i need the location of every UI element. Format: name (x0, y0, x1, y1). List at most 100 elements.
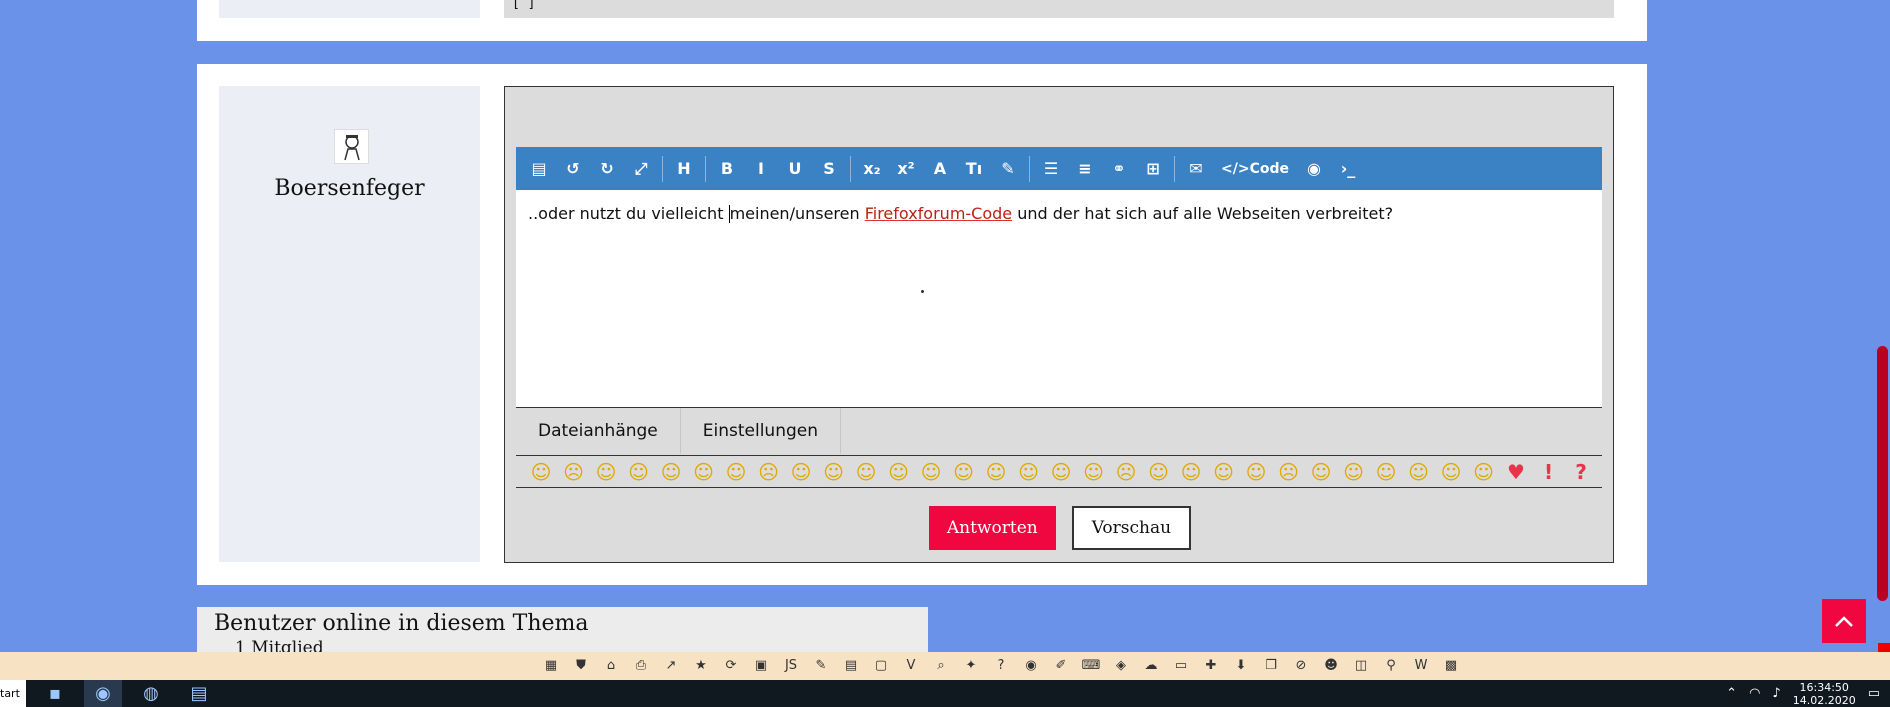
smiley-icon[interactable]: ☺ (1243, 459, 1269, 485)
tab-settings[interactable]: Einstellungen (681, 408, 842, 454)
smiley-icon[interactable]: ☹ (1276, 459, 1302, 485)
addon-reload-icon[interactable]: ⟳ (721, 657, 741, 675)
smiley-icon[interactable]: ! (1536, 459, 1562, 485)
heading-icon[interactable]: H (667, 147, 701, 190)
font-size-icon[interactable]: A (923, 147, 957, 190)
addon-ublock-icon[interactable]: ⛊ (571, 657, 591, 675)
smiley-icon[interactable]: ☺ (593, 459, 619, 485)
smiley-icon[interactable]: ☺ (1048, 459, 1074, 485)
spoiler-icon[interactable]: ◉ (1297, 147, 1331, 190)
quote-icon[interactable]: ✉ (1179, 147, 1213, 190)
addon-download-icon[interactable]: ⬇ (1231, 657, 1251, 675)
wifi-icon[interactable]: ◠ (1749, 686, 1760, 701)
smiley-icon[interactable]: ☹ (756, 459, 782, 485)
preview-button[interactable]: Vorschau (1071, 506, 1192, 550)
code-button[interactable]: </>Code (1213, 147, 1297, 190)
start-button[interactable]: tart (0, 680, 26, 707)
addon-film-icon[interactable]: ▤ (841, 657, 861, 675)
taskbar-notepad-icon[interactable]: ▤ (180, 680, 218, 707)
addon-cloud-icon[interactable]: ☁ (1141, 657, 1161, 675)
smiley-icon[interactable]: ? (1568, 459, 1594, 485)
addon-word-icon[interactable]: W (1411, 657, 1431, 675)
smiley-icon[interactable]: ☺ (1211, 459, 1237, 485)
link-icon[interactable]: ⚭ (1102, 147, 1136, 190)
addon-block-icon[interactable]: ⊘ (1291, 657, 1311, 675)
addon-keyboard-icon[interactable]: ⌨ (1081, 657, 1101, 675)
addon-search-icon[interactable]: ⌕ (931, 657, 951, 675)
addon-v-icon[interactable]: V (901, 657, 921, 675)
smiley-icon[interactable]: ☺ (1308, 459, 1334, 485)
italic-icon[interactable]: I (744, 147, 778, 190)
addon-arrow-icon[interactable]: ↗ (661, 657, 681, 675)
smiley-icon[interactable]: ☺ (1178, 459, 1204, 485)
smiley-icon[interactable]: ☺ (528, 459, 554, 485)
addon-pin-icon[interactable]: ⚲ (1381, 657, 1401, 675)
paint-brush-icon[interactable]: ✎ (991, 147, 1025, 190)
terminal-icon[interactable]: ›_ (1331, 147, 1365, 190)
taskbar-thunderbird-icon[interactable]: ◍ (132, 680, 170, 707)
smiley-icon[interactable]: ☺ (1081, 459, 1107, 485)
addon-folder-icon[interactable]: ▣ (751, 657, 771, 675)
avatar[interactable] (334, 129, 369, 164)
bold-icon[interactable]: B (710, 147, 744, 190)
addon-js-icon[interactable]: JS (781, 657, 801, 675)
smiley-icon[interactable]: ☺ (1341, 459, 1367, 485)
smiley-icon[interactable]: ☺ (691, 459, 717, 485)
smiley-icon[interactable]: ☺ (1438, 459, 1464, 485)
smiley-icon[interactable]: ♥ (1503, 459, 1529, 485)
addon-doc-icon[interactable]: ▢ (871, 657, 891, 675)
fullscreen-icon[interactable]: ⤢ (624, 147, 658, 190)
clock[interactable]: 16:34:50 14.02.2020 (1793, 681, 1856, 707)
smiley-icon[interactable]: ☺ (788, 459, 814, 485)
addon-copy-icon[interactable]: ❐ (1261, 657, 1281, 675)
addon-puzzle-icon[interactable]: ✚ (1201, 657, 1221, 675)
underline-icon[interactable]: U (778, 147, 812, 190)
smiley-icon[interactable]: ☺ (1016, 459, 1042, 485)
volume-icon[interactable]: ♪ (1772, 686, 1780, 701)
align-icon[interactable]: ≡ (1068, 147, 1102, 190)
page-scrollbar[interactable] (1874, 0, 1890, 652)
smiley-icon[interactable]: ☺ (853, 459, 879, 485)
addon-window-icon[interactable]: ▭ (1171, 657, 1191, 675)
smiley-icon[interactable]: ☺ (951, 459, 977, 485)
subscript-icon[interactable]: x₂ (855, 147, 889, 190)
taskbar-save-icon[interactable]: ▪ (36, 680, 74, 707)
addon-pen-icon[interactable]: ✎ (811, 657, 831, 675)
tab-attachments[interactable]: Dateianhänge (516, 408, 681, 454)
smiley-icon[interactable]: ☺ (918, 459, 944, 485)
superscript-icon[interactable]: x² (889, 147, 923, 190)
tray-chevron-icon[interactable]: ⌃ (1726, 686, 1737, 701)
smiley-icon[interactable]: ☺ (1406, 459, 1432, 485)
smiley-icon[interactable]: ☺ (626, 459, 652, 485)
addon-box-icon[interactable]: ◈ (1111, 657, 1131, 675)
addon-face-icon[interactable]: ☻ (1321, 657, 1341, 675)
table-icon[interactable]: ⊞ (1136, 147, 1170, 190)
smiley-icon[interactable]: ☺ (1471, 459, 1497, 485)
source-view-icon[interactable]: ▤ (522, 147, 556, 190)
smiley-icon[interactable]: ☺ (1146, 459, 1172, 485)
submit-button[interactable]: Antworten (928, 506, 1056, 550)
addon-brush-icon[interactable]: ✐ (1051, 657, 1071, 675)
addon-image-icon[interactable]: ▩ (1441, 657, 1461, 675)
list-icon[interactable]: ☰ (1034, 147, 1068, 190)
addon-home-icon[interactable]: ⌂ (601, 657, 621, 675)
addon-bulb-icon[interactable]: ✦ (961, 657, 981, 675)
undo-icon[interactable]: ↺ (556, 147, 590, 190)
smiley-icon[interactable]: ☹ (561, 459, 587, 485)
addon-help-icon[interactable]: ? (991, 657, 1011, 675)
users-online-count[interactable]: 1 Mitglied (235, 638, 324, 652)
smiley-icon[interactable]: ☹ (1113, 459, 1139, 485)
notification-icon[interactable]: ▭ (1868, 686, 1880, 701)
author-name[interactable]: Boersenfeger (219, 176, 480, 201)
addon-sidebar-icon[interactable]: ◫ (1351, 657, 1371, 675)
smiley-icon[interactable]: ☺ (983, 459, 1009, 485)
smiley-icon[interactable]: ☺ (886, 459, 912, 485)
scrollbar-thumb[interactable] (1877, 346, 1888, 601)
scroll-to-top-button[interactable] (1822, 599, 1866, 643)
redo-icon[interactable]: ↻ (590, 147, 624, 190)
addon-star-icon[interactable]: ★ (691, 657, 711, 675)
editor-textarea[interactable]: ..oder nutzt du vielleicht meinen/unsere… (516, 190, 1602, 407)
font-family-icon[interactable]: Tı (957, 147, 991, 190)
smiley-icon[interactable]: ☺ (821, 459, 847, 485)
addon-grid-icon[interactable]: ▦ (541, 657, 561, 675)
